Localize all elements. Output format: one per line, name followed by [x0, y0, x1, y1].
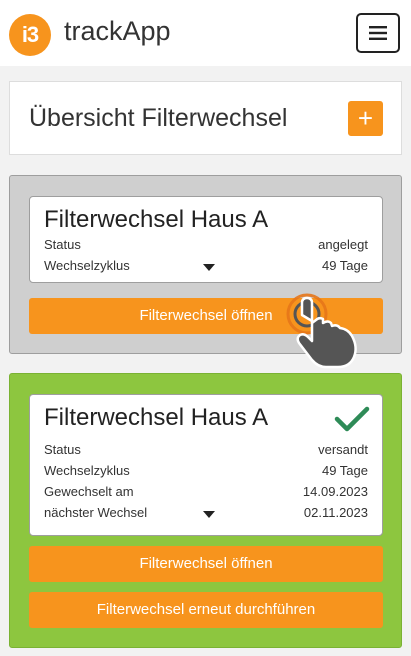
cycle-row: Wechselzyklus 49 Tage [44, 463, 368, 483]
overview-header: Übersicht Filterwechsel + [9, 81, 402, 155]
cycle-label: Wechselzyklus [44, 463, 130, 478]
next-change-label: nächster Wechsel [44, 505, 148, 520]
changed-label: Gewechselt am [44, 484, 134, 499]
menu-button[interactable] [356, 13, 400, 53]
status-label: Status [44, 237, 81, 252]
top-bar: i3 trackApp [0, 0, 411, 66]
app-title: trackApp [64, 16, 171, 46]
caret-down-icon[interactable] [203, 511, 215, 518]
next-change-row[interactable]: nächster Wechsel 02.11.2023 [44, 505, 368, 525]
repeat-filterwechsel-button[interactable]: Filterwechsel erneut durchführen [29, 592, 383, 628]
open-filterwechsel-button[interactable]: Filterwechsel öffnen [29, 546, 383, 582]
status-row: Status versandt [44, 442, 368, 462]
tap-hand-icon [286, 293, 357, 369]
changed-value: 14.09.2023 [302, 484, 368, 499]
status-row: Status angelegt [44, 237, 368, 257]
status-value: angelegt [318, 237, 368, 252]
filterwechsel-panel-done: Filterwechsel Haus A Status versandt Wec… [9, 373, 402, 648]
app-logo[interactable]: i3 [9, 14, 51, 56]
add-filterwechsel-button[interactable]: + [348, 101, 383, 136]
hamburger-menu-icon [369, 26, 387, 40]
next-change-value: 02.11.2023 [303, 505, 368, 520]
status-value: versandt [318, 442, 368, 457]
card-title: Filterwechsel Haus A [44, 206, 269, 233]
plus-icon: + [357, 103, 374, 133]
checkmark-icon [334, 406, 370, 432]
cycle-value: 49 Tage [321, 463, 368, 478]
page-title: Übersicht Filterwechsel [29, 104, 288, 132]
caret-down-icon[interactable] [203, 264, 215, 271]
changed-row: Gewechselt am 14.09.2023 [44, 484, 368, 504]
status-label: Status [44, 442, 81, 457]
filterwechsel-card[interactable]: Filterwechsel Haus A Status angelegt Wec… [29, 196, 383, 283]
card-title: Filterwechsel Haus A [44, 404, 269, 431]
cycle-label: Wechselzyklus [44, 258, 130, 273]
logo-text: i3 [21, 22, 39, 47]
cycle-value: 49 Tage [321, 258, 368, 273]
filterwechsel-card[interactable]: Filterwechsel Haus A Status versandt Wec… [29, 394, 383, 536]
cycle-row[interactable]: Wechselzyklus 49 Tage [44, 258, 368, 278]
